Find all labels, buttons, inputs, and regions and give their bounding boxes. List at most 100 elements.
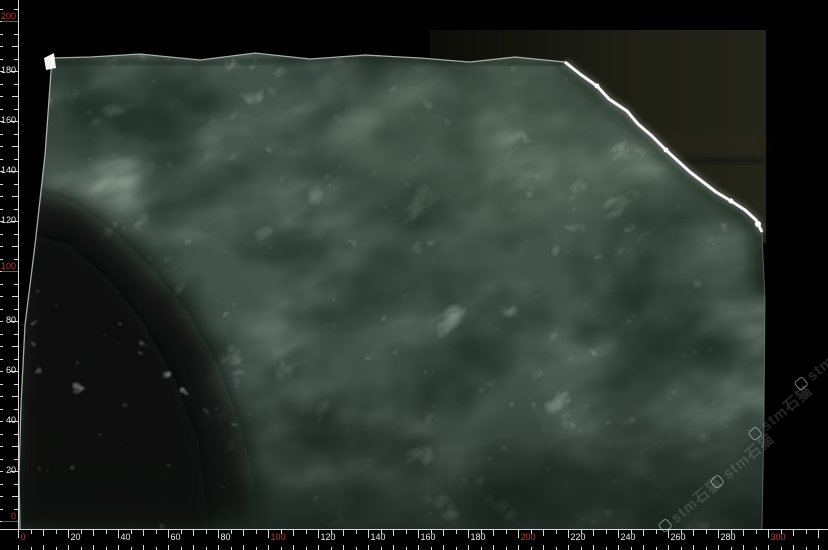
ruler-tick: [18, 545, 19, 550]
ruler-tick: [43, 545, 44, 550]
ruler-label: 80: [0, 316, 16, 325]
ruler-tick: [156, 530, 157, 534]
ruler-tick: [12, 196, 18, 197]
slab-scan-viewport: stm石猫 stm石猫 stm石猫 stm石猫 0204060801001201…: [0, 0, 828, 550]
ruler-tick: [693, 530, 694, 536]
ruler-tick: [14, 384, 18, 385]
ruler-tick: [618, 530, 619, 538]
ruler-tick: [793, 545, 794, 550]
ruler-tick: [14, 184, 18, 185]
ruler-tick: [418, 530, 419, 538]
ruler-label: 20: [0, 466, 16, 475]
ruler-tick: [443, 545, 444, 550]
ruler-tick: [14, 409, 18, 410]
ruler-label: 100: [271, 533, 286, 542]
ruler-label: 0: [21, 533, 26, 542]
ruler-tick: [12, 446, 18, 447]
ruler-tick: [14, 159, 18, 160]
ruler-tick: [306, 530, 307, 534]
ruler-tick: [14, 284, 18, 285]
ruler-tick: [543, 530, 544, 536]
ruler-tick: [0, 96, 3, 97]
ruler-label: 220: [571, 533, 586, 542]
ruler-label: 60: [171, 533, 181, 542]
ruler-tick: [14, 134, 18, 135]
ruler-tick: [418, 545, 419, 550]
ruler-tick: [718, 530, 719, 538]
ruler-tick: [643, 545, 644, 550]
ruler-tick: [268, 530, 269, 538]
ruler-tick: [14, 34, 18, 35]
ruler-tick: [14, 459, 18, 460]
ruler-tick: [0, 184, 3, 185]
ruler-tick: [406, 530, 407, 534]
ruler-tick: [0, 246, 3, 247]
ruler-tick: [14, 109, 18, 110]
ruler-tick: [0, 234, 3, 235]
ruler-tick: [293, 530, 294, 536]
ruler-tick: [0, 459, 3, 460]
ruler-tick: [168, 545, 169, 550]
ruler-tick: [0, 284, 3, 285]
ruler-tick: [31, 530, 32, 534]
ruler-tick: [14, 484, 18, 485]
ruler-label: 260: [671, 533, 686, 542]
ruler-tick: [12, 246, 18, 247]
ruler-tick: [318, 545, 319, 550]
ruler-tick: [0, 59, 3, 60]
ruler-tick: [0, 446, 3, 447]
ruler-tick: [12, 396, 18, 397]
ruler-tick: [718, 545, 719, 550]
ruler-tick: [493, 530, 494, 536]
ruler-tick: [14, 84, 18, 85]
ruler-tick: [2, 271, 18, 272]
ruler-label: 40: [121, 533, 131, 542]
ruler-tick: [68, 545, 69, 550]
ruler-tick: [568, 530, 569, 538]
ruler-tick: [768, 545, 769, 550]
ruler-label: 0: [0, 512, 16, 521]
vertical-ruler-line: [18, 0, 19, 529]
ruler-tick: [0, 496, 3, 497]
ruler-label: 20: [71, 533, 81, 542]
ruler-tick: [81, 530, 82, 534]
ruler-tick: [14, 434, 18, 435]
ruler-tick: [343, 530, 344, 536]
ruler-tick: [456, 530, 457, 534]
ruler-tick: [818, 545, 819, 550]
ruler-label: 60: [0, 366, 16, 375]
ruler-tick: [393, 530, 394, 536]
ruler-tick: [93, 530, 94, 536]
ruler-label: 120: [0, 216, 16, 225]
ruler-tick: [568, 545, 569, 550]
ruler-tick: [18, 530, 19, 538]
ruler-label: 140: [371, 533, 386, 542]
ruler-tick: [518, 530, 519, 538]
ruler-tick: [14, 209, 18, 210]
ruler-tick: [118, 530, 119, 538]
ruler-tick: [643, 530, 644, 536]
ruler-tick: [493, 545, 494, 550]
ruler-tick: [14, 59, 18, 60]
ruler-tick: [12, 146, 18, 147]
ruler-label: 200: [0, 12, 16, 21]
ruler-tick: [0, 134, 3, 135]
ruler-tick: [793, 530, 794, 536]
ruler-tick: [0, 159, 3, 160]
ruler-tick: [0, 259, 3, 260]
ruler-tick: [768, 530, 769, 538]
ruler-tick: [193, 530, 194, 536]
ruler-tick: [0, 196, 3, 197]
ruler-tick: [656, 530, 657, 534]
ruler-tick: [0, 34, 3, 35]
ruler-tick: [193, 545, 194, 550]
ruler-label: 80: [221, 533, 231, 542]
ruler-tick: [14, 9, 18, 10]
ruler-tick: [218, 545, 219, 550]
ruler-tick: [0, 46, 3, 47]
ruler-tick: [2, 21, 18, 22]
ruler-label: 180: [471, 533, 486, 542]
ruler-tick: [0, 146, 3, 147]
ruler-tick: [518, 545, 519, 550]
ruler-label: 280: [721, 533, 736, 542]
